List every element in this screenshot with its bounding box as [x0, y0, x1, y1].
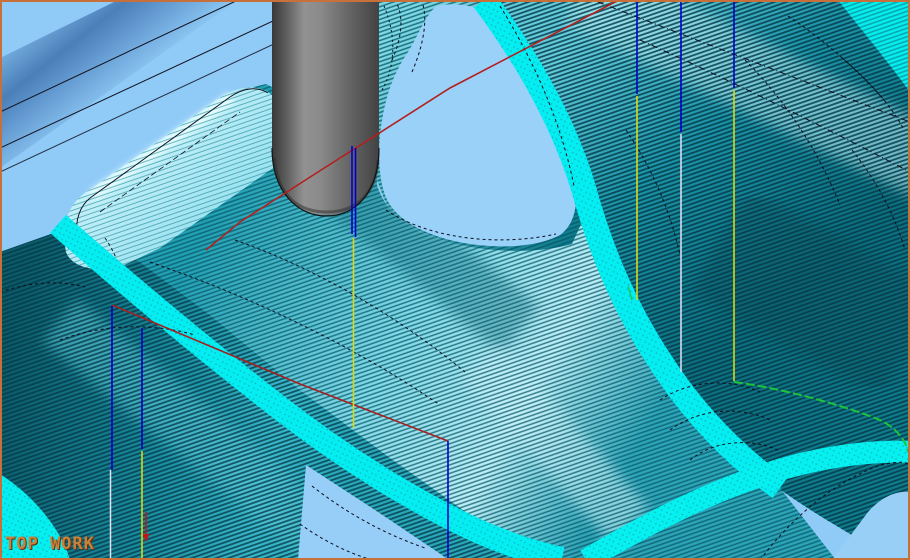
view-orientation-label: TOP WORK [5, 534, 95, 554]
cam-viewport[interactable]: TOP WORK [0, 0, 910, 560]
toolpath-scene [0, 0, 910, 560]
cutting-tool [272, 0, 379, 216]
